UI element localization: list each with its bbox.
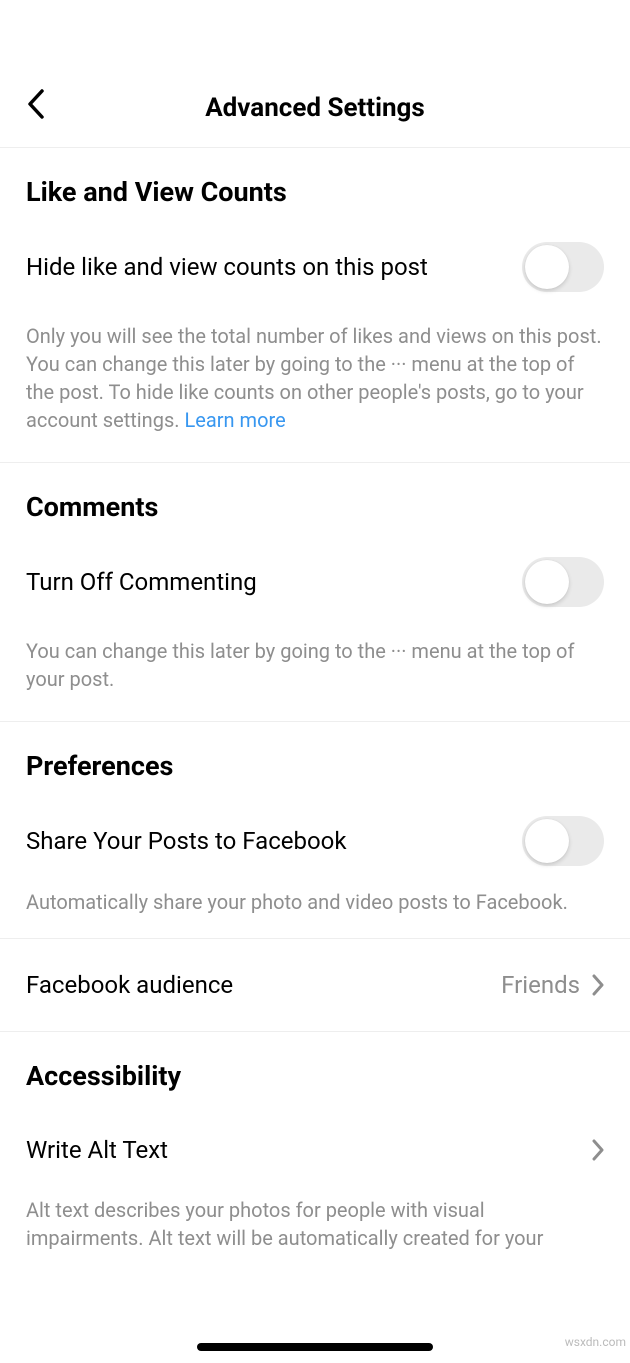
section-title-comments: Comments [26, 491, 604, 523]
row-turn-off-commenting: Turn Off Commenting [26, 557, 604, 607]
write-alt-text-row[interactable]: Write Alt Text [26, 1126, 604, 1174]
share-to-facebook-label: Share Your Posts to Facebook [26, 827, 347, 855]
write-alt-text-label: Write Alt Text [26, 1136, 168, 1164]
section-title-preferences: Preferences [26, 750, 604, 782]
page-title: Advanced Settings [205, 93, 425, 123]
back-button[interactable] [24, 85, 48, 123]
turn-off-commenting-description: You can change this later by going to th… [26, 637, 604, 693]
header: Advanced Settings [0, 0, 630, 148]
toggle-knob [525, 819, 569, 863]
facebook-audience-label: Facebook audience [26, 971, 233, 999]
facebook-audience-value: Friends [501, 971, 580, 999]
content: Like and View Counts Hide like and view … [0, 148, 630, 1262]
home-indicator [197, 1343, 433, 1351]
turn-off-commenting-label: Turn Off Commenting [26, 568, 257, 596]
facebook-audience-row[interactable]: Facebook audience Friends [26, 961, 604, 1009]
section-comments: Comments Turn Off Commenting You can cha… [0, 463, 630, 722]
share-to-facebook-toggle[interactable] [522, 816, 604, 866]
section-likes: Like and View Counts Hide like and view … [0, 148, 630, 463]
chevron-left-icon [27, 89, 45, 119]
hide-likes-label: Hide like and view counts on this post [26, 253, 428, 281]
row-share-to-facebook: Share Your Posts to Facebook [26, 816, 604, 866]
chevron-right-icon [592, 974, 604, 996]
turn-off-commenting-toggle[interactable] [522, 557, 604, 607]
section-title-likes: Like and View Counts [26, 176, 604, 208]
chevron-right-icon [592, 1139, 604, 1161]
hide-likes-toggle[interactable] [522, 242, 604, 292]
hide-likes-description: Only you will see the total number of li… [26, 322, 604, 434]
toggle-knob [525, 245, 569, 289]
row-hide-likes: Hide like and view counts on this post [26, 242, 604, 292]
section-facebook-audience: Facebook audience Friends [0, 939, 630, 1032]
alt-text-description: Alt text describes your photos for peopl… [26, 1196, 604, 1252]
toggle-knob [525, 560, 569, 604]
section-preferences: Preferences Share Your Posts to Facebook… [0, 722, 630, 939]
learn-more-link[interactable]: Learn more [180, 408, 286, 432]
share-to-facebook-description: Automatically share your photo and video… [26, 888, 604, 916]
hide-likes-description-text: Only you will see the total number of li… [26, 324, 602, 432]
watermark: wsxdn.com [565, 1335, 626, 1349]
section-accessibility: Accessibility Write Alt Text Alt text de… [0, 1032, 630, 1262]
section-title-accessibility: Accessibility [26, 1060, 604, 1092]
